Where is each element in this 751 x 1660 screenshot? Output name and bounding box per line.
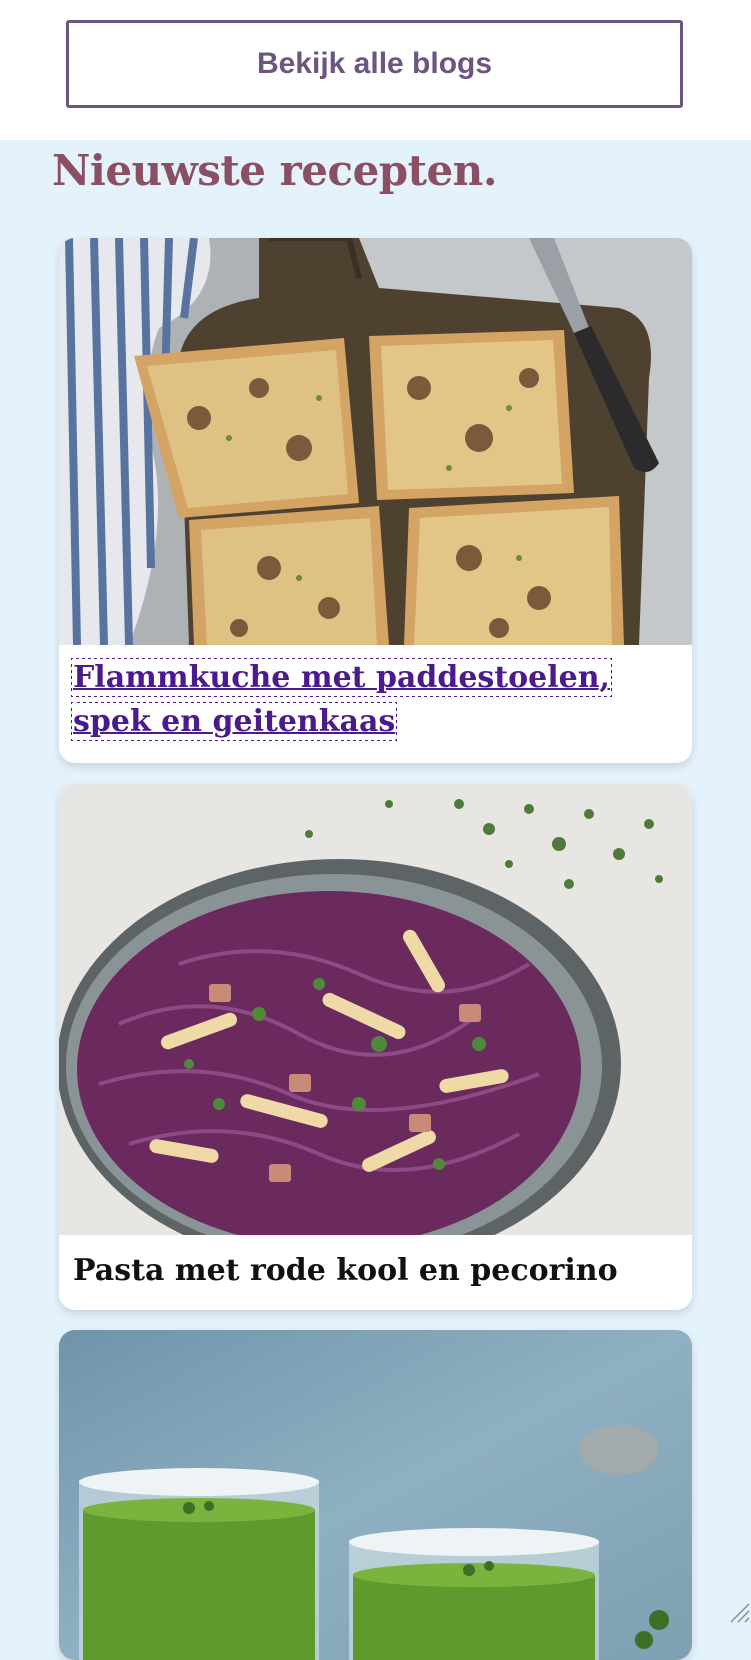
recipe-card-red-cabbage-pasta[interactable]: Pasta met rode kool en pecorino — [59, 784, 692, 1310]
view-all-blogs-button[interactable]: Bekijk alle blogs — [66, 20, 683, 108]
resize-grip-icon[interactable] — [723, 1596, 751, 1624]
recipe-card-flammkuchen[interactable]: Flammkuche met paddestoelen, spek en gei… — [59, 238, 692, 763]
section-title: Nieuwste recepten. — [52, 146, 497, 195]
recipe-title[interactable]: Flammkuche met paddestoelen, spek en gei… — [71, 656, 678, 744]
recipe-card-green-smoothie[interactable] — [59, 1330, 692, 1660]
recipe-title[interactable]: Pasta met rode kool en pecorino — [73, 1249, 678, 1293]
flammkuchen-photo[interactable] — [59, 238, 692, 645]
recipe-link-flammkuchen[interactable]: Flammkuche met paddestoelen, spek en gei… — [71, 658, 612, 741]
red-cabbage-pasta-salad-photo[interactable] — [59, 784, 692, 1235]
green-smoothie-glasses-photo[interactable] — [59, 1330, 692, 1660]
torn-paper-edge — [0, 118, 751, 140]
